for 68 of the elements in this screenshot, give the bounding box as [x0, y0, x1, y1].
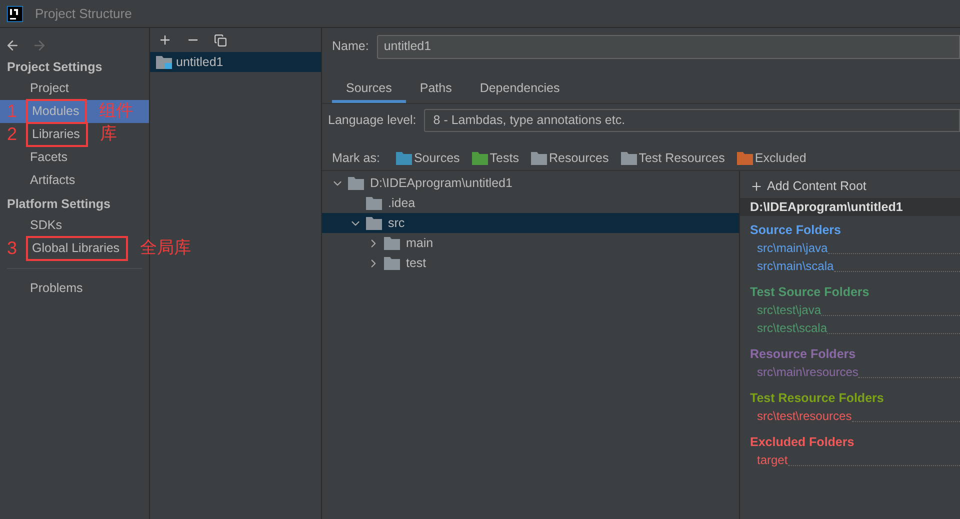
sidebar-item[interactable]: Artifacts — [0, 169, 149, 192]
folder-path: src\main\resources — [757, 364, 858, 381]
folder-icon — [384, 256, 400, 270]
tree-row[interactable]: test — [322, 253, 739, 273]
folder-section-title: Excluded Folders — [749, 434, 856, 451]
tab[interactable]: Sources — [332, 76, 406, 103]
folder-icon — [736, 151, 753, 165]
tree-label: main — [406, 234, 434, 252]
annotation-note: 组件 — [99, 102, 133, 119]
tree-label: test — [406, 254, 426, 272]
tree-row[interactable]: D:\IDEAprogram\untitled1 — [322, 173, 739, 193]
add-content-root-button[interactable]: Add Content Root — [740, 176, 960, 196]
annotation-note: 库 — [100, 125, 117, 142]
folder-section-title: Test Resource Folders — [749, 390, 885, 407]
mark-as-option[interactable]: Sources — [396, 148, 460, 168]
language-level-dropdown[interactable]: 8 - Lambdas, type annotations etc. — [424, 108, 960, 132]
folder-icon — [472, 151, 488, 165]
folder-icon — [156, 55, 172, 69]
mark-as-label: Mark as: — [332, 150, 380, 167]
window-title: Project Structure — [35, 4, 132, 23]
folder-icon — [530, 151, 547, 165]
tab[interactable]: Paths — [406, 76, 466, 103]
folder-icon — [396, 151, 412, 165]
folder-path: target — [757, 452, 788, 469]
app-logo-icon — [7, 6, 23, 22]
tree-row[interactable]: src — [322, 213, 739, 233]
module-item[interactable]: untitled1 — [150, 52, 321, 72]
sidebar-group-title: Project Settings — [6, 59, 104, 76]
folder-icon — [620, 151, 637, 165]
plus-icon — [750, 180, 763, 192]
folder-path: src\test\scala — [757, 320, 828, 337]
folder-path: src\test\resources — [757, 408, 852, 425]
annotation-number: 1 — [7, 102, 18, 120]
sidebar-item[interactable]: SDKs — [0, 214, 149, 237]
mark-as-option[interactable]: Tests — [472, 148, 519, 168]
folder-path: src\main\scala — [757, 258, 834, 275]
add-icon[interactable] — [158, 33, 172, 47]
mark-as-option[interactable]: Excluded — [736, 148, 806, 168]
folder-section-title: Resource Folders — [749, 346, 857, 363]
name-label: Name: — [332, 38, 369, 56]
tree-row[interactable]: main — [322, 233, 739, 253]
tab[interactable]: Dependencies — [466, 76, 574, 103]
folder-path: src\test\java — [757, 302, 822, 319]
sidebar-item[interactable]: Project — [0, 77, 149, 100]
tree-label: .idea — [388, 194, 416, 212]
annotation-number: 3 — [7, 239, 18, 257]
tree-row[interactable]: .idea — [322, 193, 739, 213]
sidebar-item[interactable]: Facets — [0, 146, 149, 169]
folder-icon — [384, 236, 400, 250]
annotation-note: 全局库 — [140, 239, 191, 256]
folder-icon — [366, 216, 382, 230]
folder-icon — [348, 176, 364, 190]
copy-icon[interactable] — [214, 34, 227, 46]
folder-section-title: Source Folders — [749, 222, 842, 239]
annotation-number: 2 — [7, 125, 18, 143]
sidebar-item[interactable]: Problems — [0, 277, 149, 300]
name-field[interactable]: untitled1 — [376, 34, 960, 58]
module-label: untitled1 — [176, 54, 224, 71]
sidebar-group-title: Platform Settings — [6, 196, 112, 214]
mark-as-option[interactable]: Test Resources — [620, 148, 725, 168]
folder-path: src\main\java — [757, 240, 828, 257]
folder-section-title: Test Source Folders — [749, 284, 870, 301]
tree-label: src — [388, 214, 405, 232]
content-root-path: D:\IDEAprogram\untitled1 — [740, 198, 960, 216]
tree-label: D:\IDEAprogram\untitled1 — [370, 174, 512, 192]
language-level-label: Language level: — [328, 112, 416, 129]
mark-as-option[interactable]: Resources — [530, 148, 609, 168]
folder-icon — [366, 196, 382, 210]
